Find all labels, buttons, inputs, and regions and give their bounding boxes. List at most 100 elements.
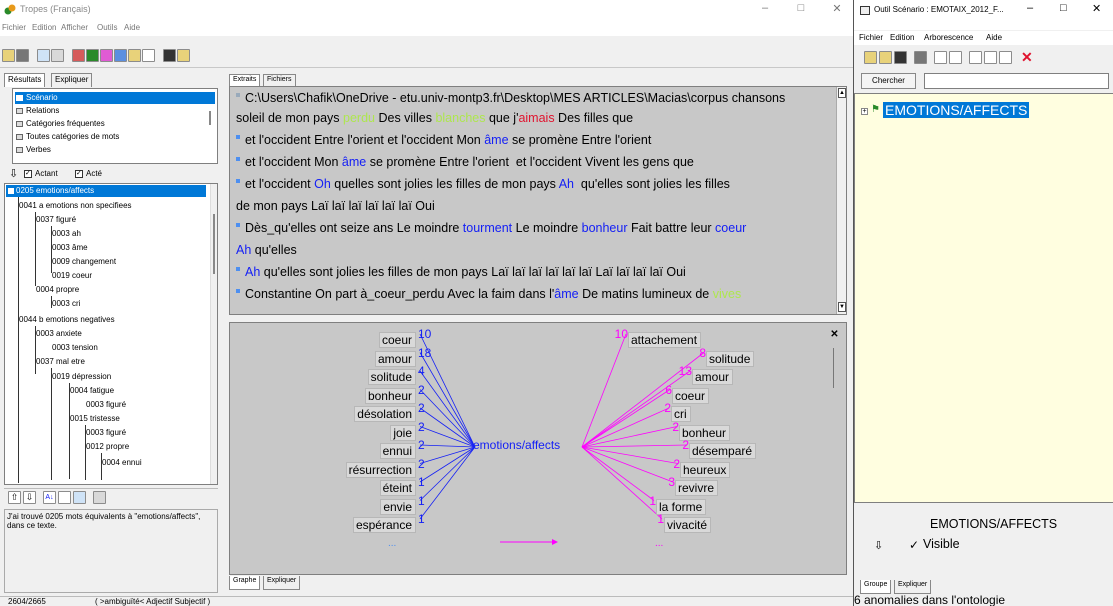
tree-item[interactable]: 0041 a emotions non specifiees: [19, 200, 132, 212]
tree-item[interactable]: 0003 cri: [52, 298, 80, 310]
bar-chart-icon[interactable]: [114, 49, 127, 62]
menu-fichier[interactable]: Fichier: [2, 23, 26, 32]
maximize-button[interactable]: □: [788, 2, 814, 18]
save-icon[interactable]: [894, 51, 907, 64]
graph-left-word[interactable]: espérance 1: [352, 512, 425, 534]
tree-icon[interactable]: [934, 51, 947, 64]
tree-item[interactable]: 0019 coeur: [52, 270, 92, 282]
list-item-relations[interactable]: Relations: [15, 105, 59, 117]
graph-left-word[interactable]: désolation 2: [354, 401, 425, 423]
tab-expliquer-scenario[interactable]: Expliquer: [894, 580, 932, 594]
tree-root-emotions[interactable]: EMOTIONS/AFFECTS: [883, 102, 1030, 118]
list-icon[interactable]: [58, 491, 71, 504]
graph-left-word[interactable]: envie 1: [380, 494, 425, 516]
print-icon[interactable]: [16, 49, 29, 62]
graph-right-word[interactable]: 2 heureux: [673, 457, 731, 479]
sort-icon[interactable]: A↓: [43, 491, 56, 504]
graph-left-word[interactable]: éteint 1: [379, 475, 425, 497]
menu-edition[interactable]: Edition: [32, 23, 56, 32]
close-button[interactable]: ✕: [824, 2, 850, 18]
paste-icon[interactable]: [999, 51, 1012, 64]
tab-graphe[interactable]: Graphe: [229, 576, 261, 590]
menu-aide[interactable]: Aide: [986, 33, 1002, 42]
tree-item[interactable]: 0009 changement: [52, 256, 116, 268]
book-icon[interactable]: [177, 49, 190, 62]
arrow-up-icon[interactable]: ⇧: [8, 491, 21, 504]
delete-icon[interactable]: ✕: [1021, 49, 1033, 66]
tree-item[interactable]: 0004 fatigue: [70, 385, 114, 397]
tree-item[interactable]: 0019 dépression: [52, 371, 111, 383]
new-icon[interactable]: [864, 51, 877, 64]
open-icon[interactable]: [879, 51, 892, 64]
graph-left-word[interactable]: coeur 10: [378, 327, 431, 349]
list-item-categories-frequentes[interactable]: Catégories fréquentes: [15, 118, 105, 130]
graph-right-word[interactable]: 6 coeur: [665, 383, 710, 405]
menu-afficher[interactable]: Afficher: [61, 23, 88, 32]
tree-scrollbar[interactable]: [210, 184, 217, 484]
list-item-scenario[interactable]: Scénario: [15, 92, 215, 104]
tree-root[interactable]: 0205 emotions/affects: [6, 185, 206, 197]
graph-left-word[interactable]: solitude 4: [367, 364, 425, 386]
graph-center-label[interactable]: emotions/affects: [473, 438, 560, 452]
search-input[interactable]: [924, 73, 1109, 89]
expand-icon[interactable]: [969, 51, 982, 64]
graph-left-word[interactable]: ennui 2: [379, 438, 425, 460]
pause-icon[interactable]: [163, 49, 176, 62]
graph-left-word[interactable]: joie 2: [390, 420, 425, 442]
menu-arborescence[interactable]: Arborescence: [924, 33, 973, 42]
window-icon[interactable]: [37, 49, 50, 62]
graph-right-word[interactable]: 13 amour: [679, 364, 734, 386]
list-item-verbes[interactable]: Verbes: [15, 144, 51, 156]
tab-expliquer[interactable]: Expliquer: [51, 73, 93, 87]
acte-checkbox[interactable]: ✓: [75, 170, 83, 178]
maximize-button[interactable]: □: [1060, 2, 1067, 14]
print-icon[interactable]: [914, 51, 927, 64]
tree-item[interactable]: 0044 b emotions negatives: [19, 314, 115, 326]
tab-resultats[interactable]: Résultats: [4, 73, 46, 87]
relations-icon[interactable]: [100, 49, 113, 62]
open-icon[interactable]: [2, 49, 15, 62]
graph-left-word[interactable]: résurrection 2: [345, 457, 425, 479]
tree-item[interactable]: 0003 anxiete: [36, 328, 82, 340]
tree-item[interactable]: 0003 âme: [52, 242, 88, 254]
graph-right-word[interactable]: 2 désemparé: [682, 438, 757, 460]
tree-item[interactable]: 0012 propre: [86, 441, 129, 453]
graph-right-word[interactable]: 1 vivacité: [657, 512, 712, 534]
copy-icon[interactable]: [51, 49, 64, 62]
tree-item[interactable]: 0003 tension: [52, 342, 98, 354]
tree-item[interactable]: 0037 figuré: [36, 214, 76, 226]
table-icon[interactable]: [142, 49, 155, 62]
menu-outils[interactable]: Outils: [97, 23, 117, 32]
window-icon[interactable]: [73, 491, 86, 504]
menu-fichier[interactable]: Fichier: [859, 33, 883, 42]
graph-right-word[interactable]: 10 attachement: [615, 327, 702, 349]
actant-checkbox[interactable]: ✓: [24, 170, 32, 178]
tree-item[interactable]: 0037 mal etre: [36, 356, 85, 368]
extract-text-area[interactable]: C:\Users\Chafik\OneDrive - etu.univ-mont…: [229, 86, 847, 315]
copy-icon[interactable]: [93, 491, 106, 504]
cut-icon[interactable]: [984, 51, 997, 64]
tab-groupe[interactable]: Groupe: [860, 580, 892, 594]
tree-item[interactable]: 0015 tristesse: [70, 413, 120, 425]
graph-icon[interactable]: [128, 49, 141, 62]
scenario-icon[interactable]: [86, 49, 99, 62]
graph-left-word[interactable]: bonheur 2: [364, 383, 425, 405]
minimize-button[interactable]: –: [1027, 2, 1033, 14]
tree-item[interactable]: 0003 figuré: [86, 427, 126, 439]
tree-item[interactable]: 0004 propre: [36, 284, 79, 296]
filter-icon[interactable]: [72, 49, 85, 62]
visible-checkbox[interactable]: ✓: [909, 538, 919, 552]
menu-aide[interactable]: Aide: [124, 23, 140, 32]
minimize-button[interactable]: –: [752, 2, 778, 18]
tree-icon[interactable]: [949, 51, 962, 64]
graph-area[interactable]: emotions/affects coeur 10 amour 18 solitude 4…: [229, 322, 847, 575]
tree-item[interactable]: 0004 ennui: [102, 457, 142, 469]
tab-expliquer-graph[interactable]: Expliquer: [263, 576, 301, 590]
list-item-toutes-categories[interactable]: Toutes catégories de mots: [15, 131, 119, 143]
extract-scrollbar[interactable]: ▲ ▼: [836, 87, 846, 314]
arrow-down-icon[interactable]: ⇩: [23, 491, 36, 504]
graph-right-word[interactable]: 3 revivre: [668, 475, 719, 497]
arrow-down-icon[interactable]: ⇩: [9, 167, 18, 180]
tree-item[interactable]: 0003 ah: [52, 228, 81, 240]
list-scrollbar[interactable]: [209, 111, 211, 125]
